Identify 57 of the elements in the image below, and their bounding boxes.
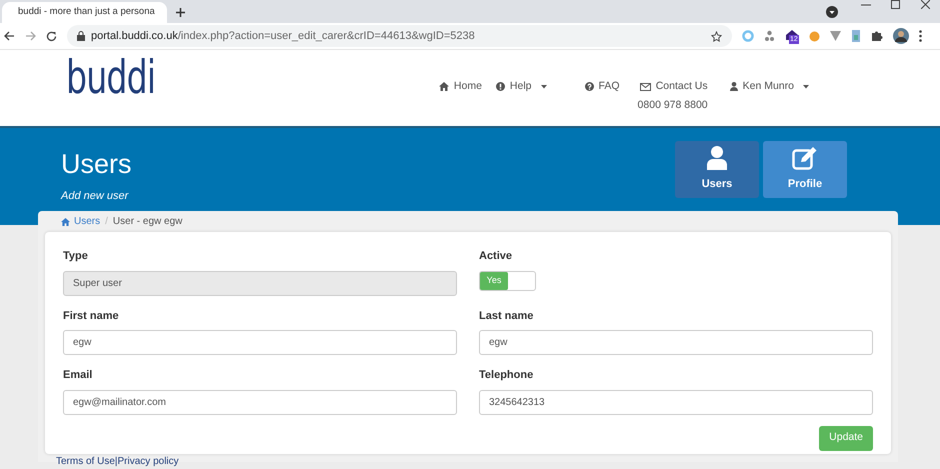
avatar-icon[interactable]	[893, 28, 909, 44]
edit-icon	[792, 146, 818, 170]
caret-icon	[803, 84, 809, 89]
footer-link[interactable]: Privacy policy	[118, 456, 179, 468]
field-label: Email	[63, 368, 94, 383]
people-extension-icon[interactable]	[764, 30, 775, 42]
page-subtitle: Add new user	[61, 189, 130, 204]
input-field[interactable]: egw	[479, 330, 873, 355]
star-icon[interactable]	[711, 30, 722, 42]
puzzle-icon[interactable]	[871, 30, 883, 42]
user-icon	[707, 146, 727, 170]
footer-link[interactable]: Terms of Use	[56, 456, 115, 468]
nav-link[interactable]: Contact Us	[640, 79, 708, 95]
phone-number: 0800 978 8800	[638, 98, 708, 113]
nav-link[interactable]: FAQ	[584, 79, 620, 95]
logo: buddi	[66, 51, 156, 103]
field-label: Active	[479, 249, 514, 264]
tab-title: buddi - more than just a persona	[18, 5, 155, 20]
url-text: portal.buddi.co.uk/index.php?action=user_edit_carer&crID=44613&wgID=5238	[91, 28, 476, 44]
address-bar[interactable]: portal.buddi.co.uk/index.php?action=user_edit_carer&crID=44613&wgID=5238	[67, 25, 732, 47]
minimize-icon[interactable]	[861, 4, 871, 6]
new-tab-icon[interactable]	[175, 7, 186, 18]
document-extension-icon[interactable]	[851, 30, 861, 42]
caret-icon	[540, 84, 547, 89]
nav-tile[interactable]: Profile	[763, 141, 847, 198]
nav-tile[interactable]: Users	[675, 141, 759, 198]
lock-icon	[77, 31, 85, 41]
triangle-extension-icon[interactable]	[830, 31, 841, 41]
profile-dropdown-icon[interactable]	[826, 6, 838, 18]
user-icon	[730, 82, 738, 92]
breadcrumb-link[interactable]: Users	[61, 214, 100, 229]
field-label: Telephone	[479, 368, 534, 383]
maximize-icon[interactable]	[891, 0, 900, 9]
reload-icon[interactable]	[46, 30, 57, 42]
breadcrumb-current: User - egw egw	[112, 215, 182, 229]
nav-link[interactable]: Help	[496, 79, 547, 95]
nav-link[interactable]: Ken Munro	[730, 79, 809, 95]
info-icon	[496, 82, 505, 92]
nav-link[interactable]: Home	[438, 79, 482, 95]
input-field[interactable]: egw	[63, 330, 457, 355]
envelope-icon	[640, 82, 651, 91]
field-label: First name	[63, 308, 120, 324]
input-field[interactable]: 3245642313	[479, 390, 873, 414]
question-icon	[584, 82, 594, 92]
page-title: Users	[61, 148, 132, 180]
close-window-icon[interactable]	[921, 0, 930, 9]
field-label: Type	[63, 249, 89, 264]
breadcrumb-separator: /	[105, 215, 108, 229]
field-label: Last name	[479, 308, 534, 324]
browser-tab[interactable]: buddi - more than just a persona	[2, 2, 167, 23]
menu-icon[interactable]	[919, 30, 922, 42]
back-icon[interactable]	[4, 31, 15, 41]
type-field: Super user	[63, 270, 457, 296]
footer-separator: |	[114, 456, 118, 468]
home-icon	[438, 82, 449, 92]
input-field[interactable]: egw@mailinator.com	[63, 390, 457, 414]
home-icon	[61, 218, 70, 226]
